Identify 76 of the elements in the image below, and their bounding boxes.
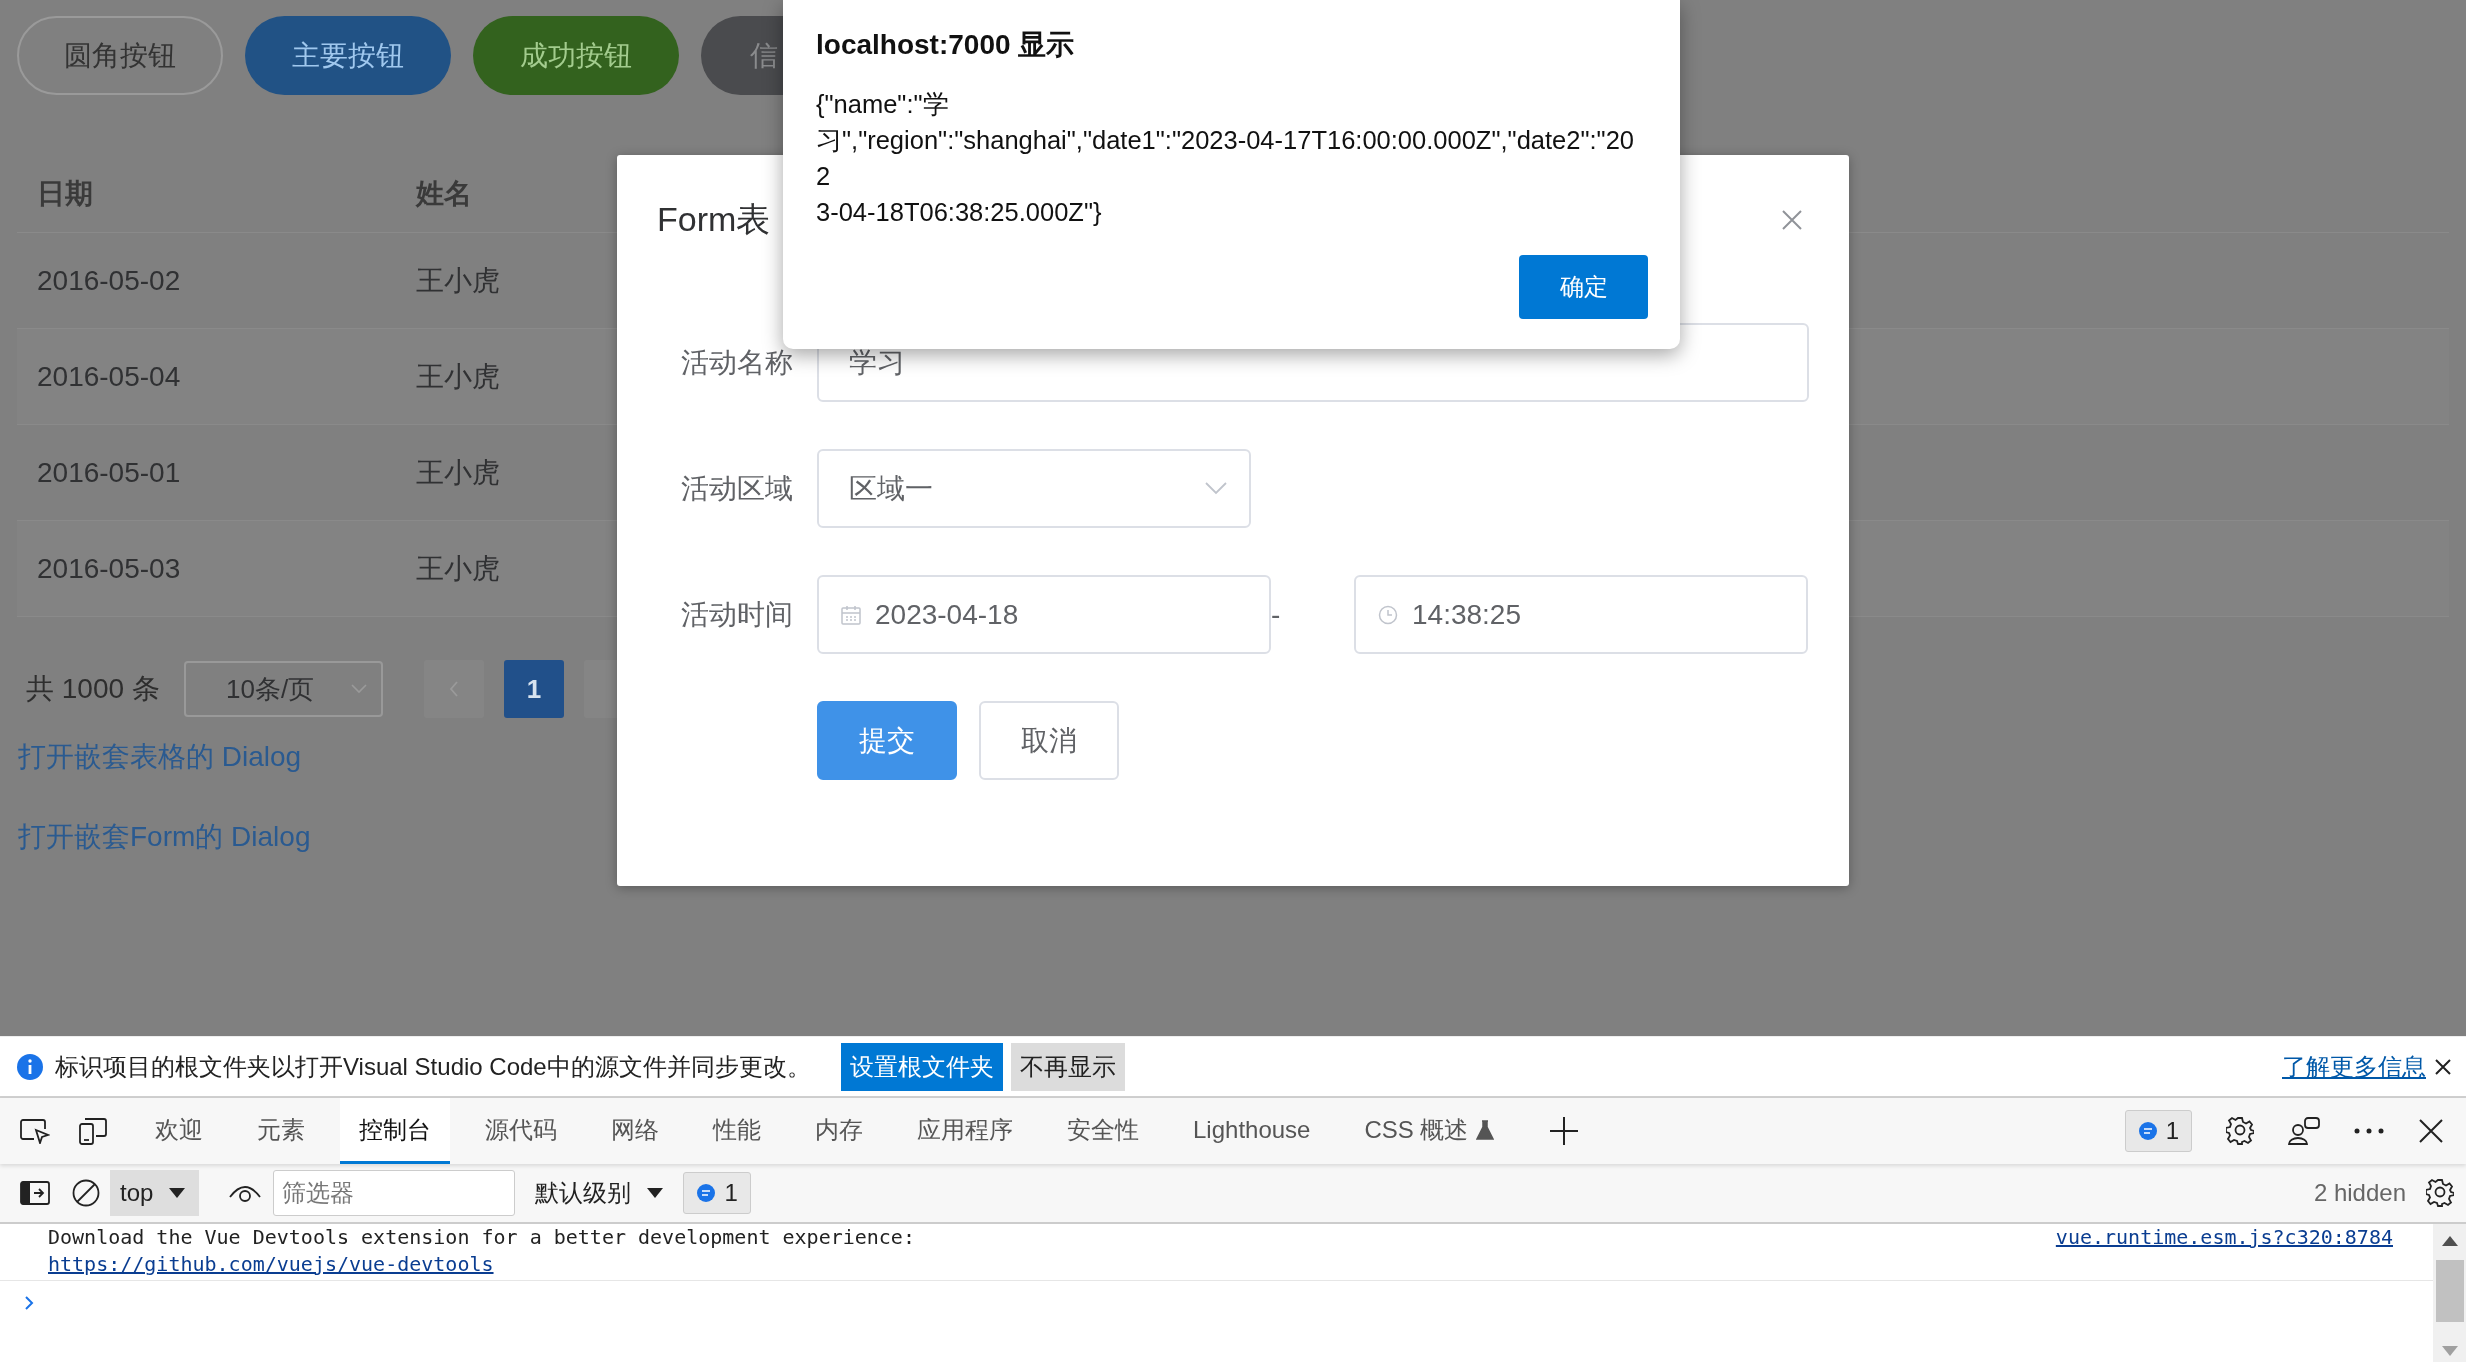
device-icon[interactable] [78,1117,108,1145]
column-header: 姓名 [414,176,472,211]
tab[interactable]: CSS 概述 [1345,1098,1514,1164]
people-icon[interactable] [2288,1117,2320,1145]
link[interactable]: 了解更多信息 [2282,1050,2426,1083]
more-icon[interactable] [2354,1128,2384,1134]
calendar-icon [841,604,861,625]
tab[interactable]: 控制台 [340,1098,450,1164]
eye-icon[interactable] [229,1183,262,1203]
button[interactable]: 设置根文件夹 [840,1042,1003,1091]
info-message: 标识项目的根文件夹以打开Visual Studio Code中的源文件并同步更改。 [55,1051,811,1082]
filter-field[interactable]: 筛选器 [273,1170,516,1216]
field-label: 活动时间 [680,597,794,632]
scrollbar-thumb[interactable] [2435,1260,2464,1322]
prompt-icon[interactable] [24,1295,34,1311]
clock-icon [1378,604,1398,625]
table-cell-text: 王小虎 [415,263,500,298]
separator: - [1271,598,1282,631]
table-cell-text: 2016-05-01 [36,456,182,489]
ok-button[interactable]: 确定 [1519,255,1648,319]
field-label: 活动区域 [680,471,794,506]
info-icon [16,1052,44,1081]
select-field[interactable]: 区域一 [817,449,1251,528]
arrow-up-icon [2441,1236,2458,1246]
tab[interactable]: 安全性 [1048,1098,1158,1164]
button[interactable]: 主要按钮 [245,16,451,95]
caret-down-icon [647,1188,664,1198]
clear-icon[interactable] [72,1179,100,1207]
page-button[interactable]: 1 [504,660,564,718]
tab[interactable]: 应用程序 [898,1098,1032,1164]
inspect-icon[interactable] [20,1118,50,1144]
button[interactable]: 不再显示 [1010,1042,1125,1091]
close-icon[interactable] [2434,1057,2452,1076]
console-message: Download the Vue Devtools extension for a better development experience: https://github.com/vuejs/vue-devtools [48,1224,915,1278]
tab[interactable]: 网络 [592,1098,678,1164]
button[interactable]: 成功按钮 [473,16,679,95]
chevron-down-icon [1205,482,1227,495]
alert-message: {"name":"学 习","region":"shanghai","date1":"2023-04-17T16:00:00.000Z","date2":"20 2 3-04-18T06:38:25.000Z"} [816,89,1635,228]
button[interactable]: 取消 [979,701,1119,780]
time-field[interactable]: 14:38:25 [1354,575,1808,654]
field-label: 活动名称 [680,345,794,380]
table-cell-text: 2016-05-04 [36,360,182,393]
tab[interactable]: Lighthouse [1174,1098,1330,1164]
chevron-down-icon [351,684,367,694]
table-cell-text: 王小虎 [415,359,500,394]
sidebar-icon[interactable] [20,1181,50,1205]
column-header: 日期 [36,176,94,211]
dialog-title: Form表 [657,199,771,240]
issues-badge[interactable]: 1 [2124,1110,2192,1152]
arrow-down-icon [2441,1346,2458,1356]
alert-title: localhost:7000 显示 [816,28,1076,62]
message-count-badge[interactable]: 1 [683,1172,751,1214]
message-icon [2137,1121,2158,1141]
close-icon[interactable] [2418,1118,2444,1144]
plus-icon[interactable] [1549,1116,1580,1146]
scrollbar[interactable] [2433,1224,2466,1362]
table-cell-text: 王小虎 [415,551,500,586]
message-icon [696,1183,717,1203]
caret-down-icon [169,1188,186,1198]
source-link[interactable]: vue.runtime.esm.js?c320:8784 [2055,1224,2393,1251]
tab[interactable]: 欢迎 [136,1098,222,1164]
settings-icon[interactable] [2226,1116,2254,1146]
table-cell-text: 2016-05-02 [36,264,182,297]
total-count: 共 1000 条 [26,672,161,706]
tab[interactable]: 内存 [796,1098,882,1164]
tab[interactable]: 元素 [238,1098,324,1164]
level-dropdown[interactable]: 默认级别 [535,1177,664,1209]
hidden-count: 2 hidden [2313,1179,2406,1207]
table-cell-text: 王小虎 [415,455,500,490]
tab[interactable]: 源代码 [466,1098,576,1164]
link[interactable]: https://github.com/vuejs/vue-devtools [48,1252,494,1276]
date-field[interactable]: 2023-04-18 [817,575,1271,654]
settings-icon[interactable] [2426,1178,2454,1208]
table-cell-text: 2016-05-03 [36,552,182,585]
tab[interactable]: 性能 [694,1098,780,1164]
context-dropdown[interactable]: top [110,1170,200,1216]
